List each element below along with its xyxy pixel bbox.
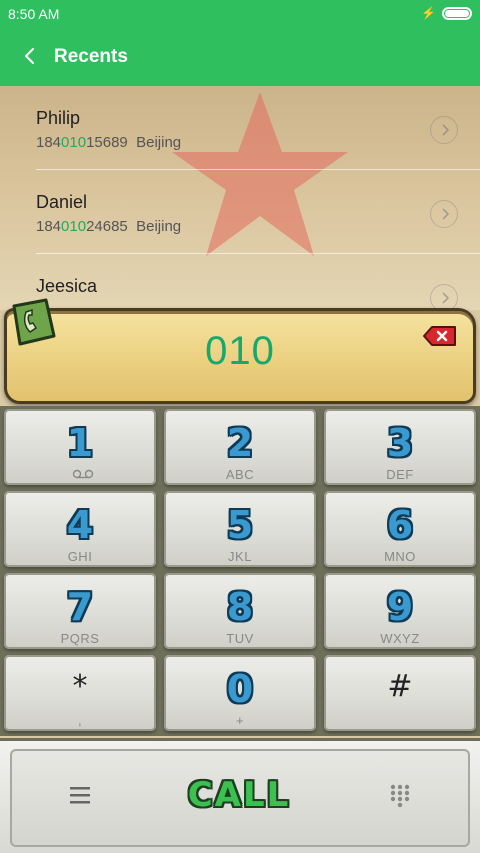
backspace-icon[interactable] (422, 324, 458, 348)
contact-name: Jeesica (36, 276, 98, 296)
key-1[interactable]: 1 (4, 409, 156, 485)
key-9[interactable]: 9 WXYZ (324, 573, 476, 649)
key-0[interactable]: 0 + (164, 655, 316, 731)
key-digit: 3 (386, 421, 414, 465)
key-6[interactable]: 6 MNO (324, 491, 476, 567)
key-digit: 5 (226, 503, 254, 547)
dialed-number: 010 (205, 329, 275, 373)
app-bar: Recents (0, 28, 480, 86)
page-title: Recents (54, 46, 128, 67)
recent-item-jeesica[interactable]: Jeesica (0, 254, 480, 310)
battery-fill (445, 9, 469, 17)
key-letters: ABC (225, 467, 255, 482)
status-time: 8:50 AM (8, 6, 60, 22)
key-letters: WXYZ (380, 631, 420, 646)
dial-display: 010 (4, 308, 476, 404)
menu-icon[interactable] (68, 785, 92, 805)
key-letters: GHI (67, 549, 93, 564)
status-icons: ⚡ (421, 6, 472, 20)
key-letters: DEF (386, 467, 414, 482)
key-digit: 8 (226, 585, 254, 629)
phone-logo-icon (12, 298, 56, 346)
dialpad-icon[interactable] (388, 783, 412, 809)
key-digit: # (387, 669, 413, 704)
key-letters: + (235, 713, 245, 728)
call-button[interactable]: CALL (183, 775, 295, 817)
chevron-right-icon (442, 208, 450, 220)
key-letters: PQRS (60, 631, 100, 646)
battery-icon (442, 6, 472, 20)
key-hash[interactable]: # (324, 655, 476, 731)
contact-name: Philip (36, 108, 81, 128)
key-letters: JKL (228, 549, 252, 564)
key-4[interactable]: 4 GHI (4, 491, 156, 567)
key-digit: 0 (226, 667, 254, 711)
contact-name: Daniel (36, 192, 88, 212)
chevron-left-icon[interactable] (18, 44, 42, 68)
key-digit: 2 (226, 421, 254, 465)
key-8[interactable]: 8 TUV (164, 573, 316, 649)
contact-detail-button[interactable] (430, 200, 458, 228)
key-letters: MNO (384, 549, 416, 564)
key-7[interactable]: 7 PQRS (4, 573, 156, 649)
keypad: 1 2 ABC 3 DEF 4 GHI 5 JKL 6 MNO 7 PQRS 8… (0, 406, 480, 736)
key-digit: * (72, 669, 88, 704)
key-letters: , (77, 713, 83, 728)
recent-item-daniel[interactable]: Daniel 18401024685 Beijing (0, 170, 480, 254)
recent-item-philip[interactable]: Philip 18401015689 Beijing (0, 86, 480, 170)
key-digit: 7 (66, 585, 94, 629)
key-digit: 4 (66, 503, 94, 547)
chevron-right-icon (442, 124, 450, 136)
status-bar: 8:50 AM ⚡ (0, 0, 480, 28)
bottom-bar: CALL (0, 738, 480, 853)
key-2[interactable]: 2 ABC (164, 409, 316, 485)
key-3[interactable]: 3 DEF (324, 409, 476, 485)
call-label: CALL (187, 775, 291, 815)
contact-number: 18401024685 Beijing (36, 218, 182, 235)
contact-detail-button[interactable] (430, 116, 458, 144)
key-5[interactable]: 5 JKL (164, 491, 316, 567)
key-star[interactable]: * , (4, 655, 156, 731)
key-digit: 6 (386, 503, 414, 547)
key-digit: 9 (386, 585, 414, 629)
contact-number: 18401015689 Beijing (36, 134, 182, 151)
contact-detail-button[interactable] (430, 284, 458, 310)
key-digit: 1 (66, 421, 94, 465)
recents-list: Philip 18401015689 Beijing Daniel 184010… (0, 86, 480, 310)
key-letters: TUV (226, 631, 254, 646)
chevron-right-icon (442, 292, 450, 304)
charging-icon: ⚡ (421, 6, 436, 20)
voicemail-icon (72, 469, 94, 479)
